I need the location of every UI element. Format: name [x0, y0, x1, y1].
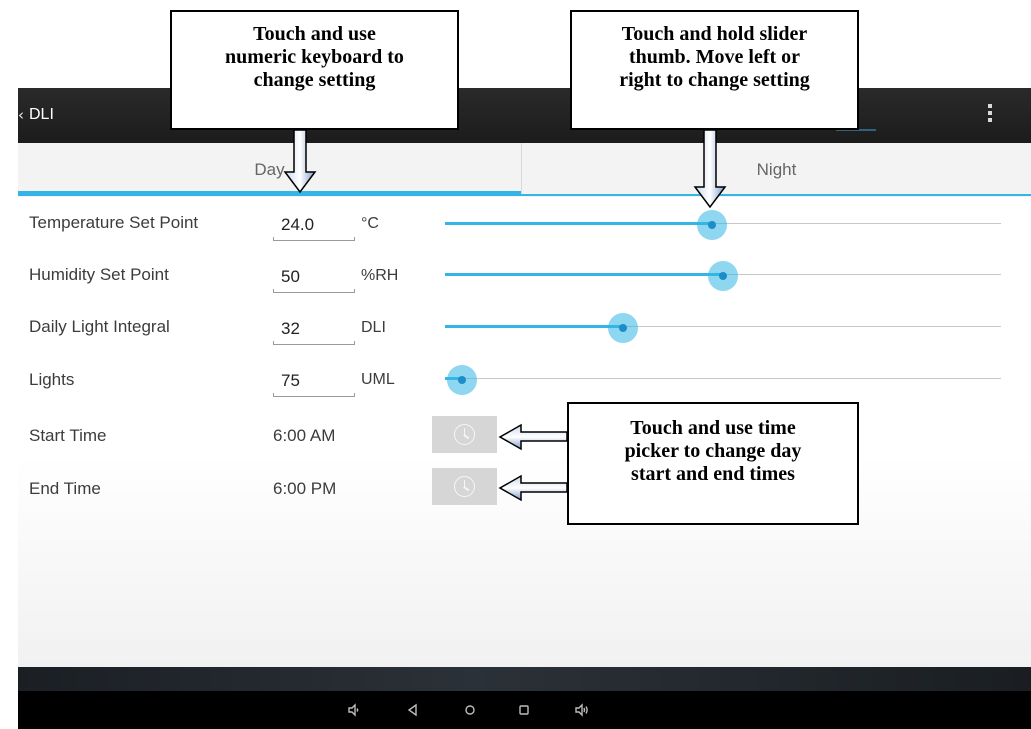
lights-label: Lights [29, 370, 75, 389]
home-icon[interactable] [457, 697, 483, 723]
input-underline [273, 237, 355, 241]
slider-fill [445, 222, 712, 225]
callout-line: Touch and hold slider [621, 23, 808, 45]
dli-label: Daily Light Integral [29, 317, 170, 336]
end-time-label: End Time [29, 479, 101, 498]
temperature-slider[interactable] [445, 209, 1001, 240]
slider-callout: Touch and hold slider thumb. Move left o… [570, 10, 859, 130]
temperature-value: 24.0 [281, 215, 315, 234]
recents-icon[interactable] [511, 697, 537, 723]
volume-down-icon[interactable] [341, 697, 367, 723]
start-time-button[interactable] [432, 416, 497, 453]
slider-track [445, 378, 1001, 379]
lights-value: 75 [281, 371, 300, 390]
humidity-input[interactable]: 50 [273, 263, 355, 293]
tab-bar: Day Night [18, 143, 1031, 197]
callout-line: change setting [253, 69, 376, 91]
volume-up-icon[interactable] [569, 697, 595, 723]
callout-line: Touch and use [253, 23, 376, 45]
temperature-input[interactable]: 24.0 [273, 211, 355, 241]
system-nav-bar [18, 691, 1031, 729]
clock-icon [454, 476, 475, 497]
lights-input[interactable]: 75 [273, 367, 355, 397]
start-time-label: Start Time [29, 426, 107, 445]
clock-icon [454, 424, 475, 445]
keyboard-callout: Touch and use numeric keyboard to change… [170, 10, 459, 130]
callout-line: right to change setting [619, 69, 810, 91]
dli-value: 32 [281, 319, 300, 338]
dli-input[interactable]: 32 [273, 315, 355, 345]
app-bottom-strip [18, 667, 1031, 691]
input-underline [273, 341, 355, 345]
time-picker-callout: Touch and use time picker to change day … [567, 402, 859, 525]
slider-thumb[interactable] [608, 313, 638, 343]
callout-line: thumb. Move left or [628, 46, 801, 68]
humidity-unit: %RH [361, 267, 399, 284]
end-time-button[interactable] [432, 468, 497, 505]
slider-thumb[interactable] [708, 261, 738, 291]
humidity-value: 50 [281, 267, 300, 286]
tab-bar-underline [521, 194, 1031, 196]
slider-thumb[interactable] [697, 210, 727, 240]
overflow-menu-icon[interactable] [986, 104, 994, 126]
app-title[interactable]: DLI [29, 106, 54, 124]
callout-line: start and end times [631, 463, 795, 485]
lights-unit: UML [361, 371, 395, 388]
tab-day-label: Day [254, 160, 285, 179]
back-chevron-icon[interactable]: ‹ [18, 106, 24, 124]
end-time-value: 6:00 PM [273, 479, 337, 498]
humidity-slider[interactable] [445, 260, 1001, 291]
input-underline [273, 393, 355, 397]
callout-line: numeric keyboard to [225, 46, 404, 68]
slider-fill [445, 273, 723, 276]
callout-line: picker to change day [624, 440, 802, 462]
settings-panel: Temperature Set Point 24.0 °C Humidity S… [18, 197, 1031, 667]
callout-line: Touch and use time [630, 417, 796, 439]
slider-fill [445, 325, 623, 328]
tab-night[interactable]: Night [522, 143, 1031, 197]
dli-unit: DLI [361, 319, 386, 336]
lights-slider[interactable] [445, 364, 1001, 395]
start-time-value: 6:00 AM [273, 426, 336, 445]
back-icon[interactable] [400, 697, 426, 723]
temperature-unit: °C [361, 215, 379, 232]
input-underline [273, 289, 355, 293]
humidity-label: Humidity Set Point [29, 265, 169, 284]
selected-tab-indicator [18, 191, 521, 196]
tab-night-label: Night [756, 160, 797, 179]
dli-slider[interactable] [445, 312, 1001, 343]
tab-day[interactable]: Day [18, 143, 521, 197]
screen: ‹ DLI Day Night Temperature Set Point 24… [0, 0, 1031, 729]
temperature-label: Temperature Set Point [29, 213, 199, 232]
slider-thumb[interactable] [447, 365, 477, 395]
